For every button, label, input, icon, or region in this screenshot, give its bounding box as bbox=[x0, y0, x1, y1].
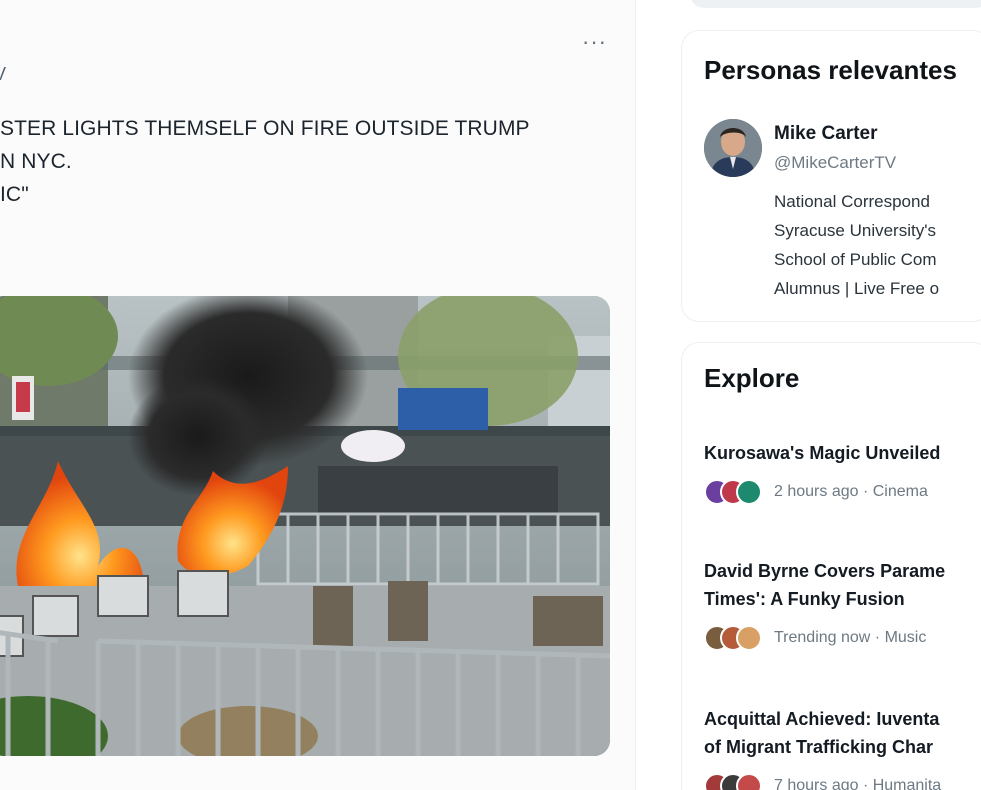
trend-title-line: David Byrne Covers Parame bbox=[704, 561, 946, 581]
trend-title-line: Times': A Funky Fusion bbox=[704, 589, 905, 609]
trend-avatars bbox=[704, 625, 762, 651]
trend-meta: Trending now · Music bbox=[774, 629, 927, 646]
person-name[interactable]: Mike Carter bbox=[774, 123, 878, 145]
person-handle[interactable]: @MikeCarterTV bbox=[774, 153, 896, 173]
trend-title: Acquittal Achieved: Iuventa of Migrant T… bbox=[704, 705, 981, 761]
tweet-text-line: IC" bbox=[0, 183, 29, 206]
relevant-people-card: Personas relevantes Mike Carter @MikeCar… bbox=[681, 30, 981, 322]
explore-title: Explore bbox=[704, 363, 800, 393]
trend-avatars bbox=[704, 773, 762, 790]
trend-title-line: Kurosawa's Magic Unveiled bbox=[704, 443, 941, 463]
trend-item[interactable]: David Byrne Covers Parame Times': A Funk… bbox=[704, 557, 981, 651]
fire-scene-image bbox=[0, 296, 610, 756]
trend-meta: 2 hours ago · Cinema bbox=[774, 483, 928, 500]
tweet-text-line: STER LIGHTS THEMSELF ON FIRE OUTSIDE TRU… bbox=[0, 117, 530, 140]
bio-line: Alumnus | Live Free o bbox=[774, 279, 940, 298]
avatar bbox=[736, 625, 762, 651]
trend-meta: 7 hours ago · Humanita bbox=[774, 777, 942, 790]
tweet-text-line: N NYC. bbox=[0, 150, 72, 173]
tweet-text: STER LIGHTS THEMSELF ON FIRE OUTSIDE TRU… bbox=[0, 112, 530, 211]
tweet-card: ··· V STER LIGHTS THEMSELF ON FIRE OUTSI… bbox=[0, 0, 636, 790]
trend-title: Kurosawa's Magic Unveiled bbox=[704, 439, 981, 467]
relevant-people-title: Personas relevantes bbox=[704, 55, 957, 85]
person-bio: National Correspond Syracuse University'… bbox=[774, 187, 939, 303]
tweet-author-handle[interactable]: V bbox=[0, 64, 6, 85]
bio-line: Syracuse University's bbox=[774, 221, 936, 240]
trend-item[interactable]: Kurosawa's Magic Unveiled 2 hours ago · … bbox=[704, 439, 981, 505]
search-bar-edge[interactable] bbox=[690, 0, 981, 8]
explore-card: Explore Kurosawa's Magic Unveiled 2 hour… bbox=[681, 342, 981, 790]
trend-title-line: Acquittal Achieved: Iuventa bbox=[704, 709, 940, 729]
trend-item[interactable]: Acquittal Achieved: Iuventa of Migrant T… bbox=[704, 705, 981, 790]
tweet-photo[interactable] bbox=[0, 296, 610, 756]
trend-title: David Byrne Covers Parame Times': A Funk… bbox=[704, 557, 981, 613]
trend-title-line: of Migrant Trafficking Char bbox=[704, 737, 934, 757]
avatar bbox=[736, 773, 762, 790]
avatar[interactable] bbox=[704, 119, 762, 177]
avatar bbox=[736, 479, 762, 505]
trend-avatars bbox=[704, 479, 762, 505]
bio-line: National Correspond bbox=[774, 192, 930, 211]
bio-line: School of Public Com bbox=[774, 250, 937, 269]
more-options-button[interactable]: ··· bbox=[582, 31, 607, 53]
